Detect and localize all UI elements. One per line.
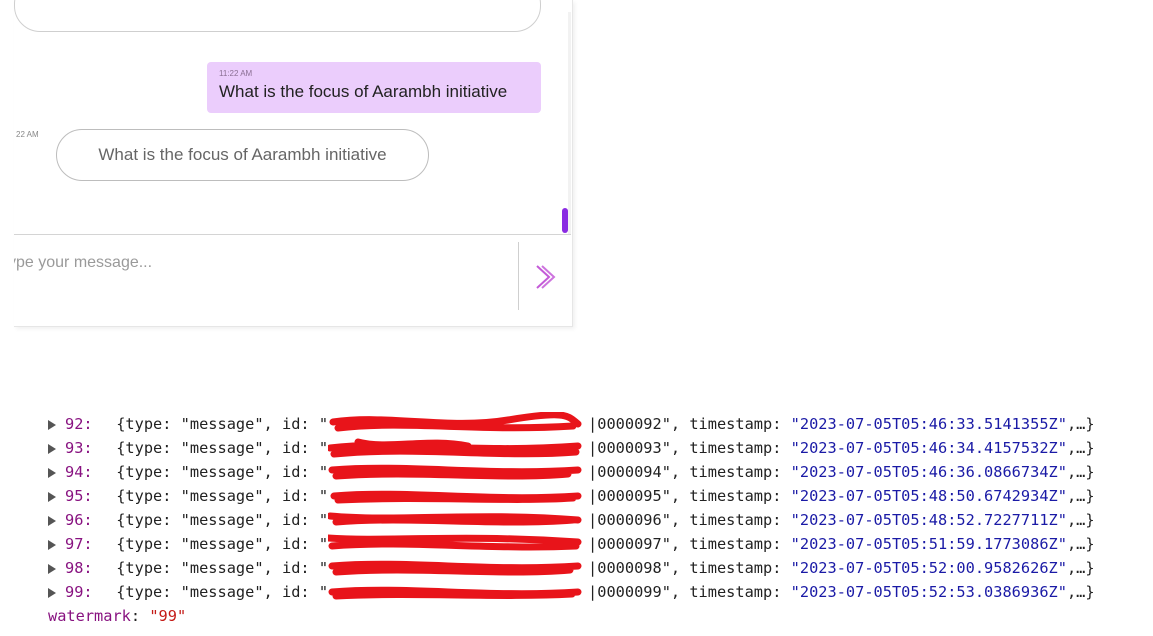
row-content: {type: "message", id: " |0000096", timest…: [107, 508, 1095, 532]
scrollbar-thumb[interactable]: [562, 208, 568, 233]
row-timestamp: "2023-07-05T05:48:52.7227711Z": [790, 511, 1067, 529]
row-prefix: {type: "message", id: ": [107, 463, 329, 481]
row-id-suffix: |0000095": [588, 487, 671, 505]
bot-message-time: 22 AM: [16, 130, 39, 139]
row-content: {type: "message", id: " |0000099", timest…: [107, 580, 1095, 604]
row-timestamp-label: , timestamp:: [670, 559, 791, 577]
chevron-right-icon: [536, 265, 556, 289]
send-button[interactable]: [530, 262, 558, 292]
row-id-suffix: |0000096": [588, 511, 671, 529]
expand-triangle-icon[interactable]: [48, 516, 56, 526]
row-timestamp-label: , timestamp:: [670, 415, 791, 433]
console-row[interactable]: 99: {type: "message", id: " |0000099", ti…: [48, 580, 1148, 604]
row-id-suffix: |0000099": [588, 583, 671, 601]
expand-triangle-icon[interactable]: [48, 588, 56, 598]
row-prefix: {type: "message", id: ": [107, 487, 329, 505]
row-timestamp-label: , timestamp:: [670, 487, 791, 505]
row-tail: ,…}: [1066, 511, 1095, 529]
row-timestamp-label: , timestamp:: [670, 439, 791, 457]
row-prefix: {type: "message", id: ": [107, 535, 329, 553]
expand-triangle-icon[interactable]: [48, 540, 56, 550]
expand-triangle-icon[interactable]: [48, 492, 56, 502]
console-output: 92: {type: "message", id: " |0000092", ti…: [48, 412, 1148, 628]
row-prefix: {type: "message", id: ": [107, 511, 329, 529]
scrollbar-track[interactable]: [568, 12, 571, 234]
expand-triangle-icon[interactable]: [48, 420, 56, 430]
row-tail: ,…}: [1066, 535, 1095, 553]
console-row[interactable]: 98: {type: "message", id: " |0000098", ti…: [48, 556, 1148, 580]
row-content: {type: "message", id: " |0000092", timest…: [107, 412, 1095, 436]
row-index: 99:: [65, 583, 93, 601]
row-content: {type: "message", id: " |0000097", timest…: [107, 532, 1095, 556]
user-message-bubble: 11:22 AM What is the focus of Aarambh in…: [207, 62, 541, 113]
row-prefix: {type: "message", id: ": [107, 559, 329, 577]
row-prefix: {type: "message", id: ": [107, 583, 329, 601]
row-timestamp: "2023-07-05T05:46:33.5141355Z": [790, 415, 1067, 433]
chat-panel: 11:22 AM What is the focus of Aarambh in…: [14, 0, 573, 327]
row-id-suffix: |0000097": [588, 535, 671, 553]
row-timestamp: "2023-07-05T05:48:50.6742934Z": [790, 487, 1067, 505]
row-index: 93:: [65, 439, 93, 457]
console-row[interactable]: 95: {type: "message", id: " |0000095", ti…: [48, 484, 1148, 508]
row-index: 98:: [65, 559, 93, 577]
input-separator: [518, 242, 519, 310]
row-index: 95:: [65, 487, 93, 505]
row-content: {type: "message", id: " |0000094", timest…: [107, 460, 1095, 484]
row-prefix: {type: "message", id: ": [107, 439, 329, 457]
row-index: 94:: [65, 463, 93, 481]
expand-triangle-icon[interactable]: [48, 564, 56, 574]
suggestion-chip[interactable]: What is the focus of Aarambh initiative: [56, 129, 429, 181]
row-id-suffix: |0000092": [588, 415, 671, 433]
console-row[interactable]: 96: {type: "message", id: " |0000096", ti…: [48, 508, 1148, 532]
row-content: {type: "message", id: " |0000098", timest…: [107, 556, 1095, 580]
row-tail: ,…}: [1066, 415, 1095, 433]
message-input[interactable]: [14, 250, 508, 276]
row-timestamp: "2023-07-05T05:51:59.1773086Z": [790, 535, 1067, 553]
row-timestamp-label: , timestamp:: [670, 583, 791, 601]
console-row[interactable]: 94: {type: "message", id: " |0000094", ti…: [48, 460, 1148, 484]
row-id-suffix: |0000093": [588, 439, 671, 457]
row-timestamp: "2023-07-05T05:46:34.4157532Z": [790, 439, 1067, 457]
expand-triangle-icon[interactable]: [48, 468, 56, 478]
row-tail: ,…}: [1066, 559, 1095, 577]
watermark-key: watermark: [48, 607, 131, 625]
row-tail: ,…}: [1066, 439, 1095, 457]
row-content: {type: "message", id: " |0000095", timest…: [107, 484, 1095, 508]
row-tail: ,…}: [1066, 487, 1095, 505]
row-timestamp: "2023-07-05T05:52:53.0386936Z": [790, 583, 1067, 601]
previous-message-bubble: [14, 0, 541, 32]
user-message-text: What is the focus of Aarambh initiative: [219, 82, 508, 101]
expand-triangle-icon[interactable]: [48, 444, 56, 454]
console-row[interactable]: 93: {type: "message", id: " |0000093", ti…: [48, 436, 1148, 460]
row-index: 97:: [65, 535, 93, 553]
user-message-time: 11:22 AM: [219, 69, 253, 78]
row-prefix: {type: "message", id: ": [107, 415, 329, 433]
row-index: 92:: [65, 415, 93, 433]
watermark-value: "99": [149, 607, 187, 625]
console-row[interactable]: 92: {type: "message", id: " |0000092", ti…: [48, 412, 1148, 436]
row-timestamp-label: , timestamp:: [670, 535, 791, 553]
watermark-row: watermark: "99": [48, 607, 187, 625]
composer-divider: [14, 234, 571, 235]
row-id-suffix: |0000098": [588, 559, 671, 577]
row-index: 96:: [65, 511, 93, 529]
console-row[interactable]: 97: {type: "message", id: " |0000097", ti…: [48, 532, 1148, 556]
row-timestamp-label: , timestamp:: [670, 511, 791, 529]
row-timestamp-label: , timestamp:: [670, 463, 791, 481]
row-tail: ,…}: [1066, 583, 1095, 601]
row-tail: ,…}: [1066, 463, 1095, 481]
row-content: {type: "message", id: " |0000093", timest…: [107, 436, 1095, 460]
row-timestamp: "2023-07-05T05:46:36.0866734Z": [790, 463, 1067, 481]
row-timestamp: "2023-07-05T05:52:00.9582626Z": [790, 559, 1067, 577]
row-id-suffix: |0000094": [588, 463, 671, 481]
